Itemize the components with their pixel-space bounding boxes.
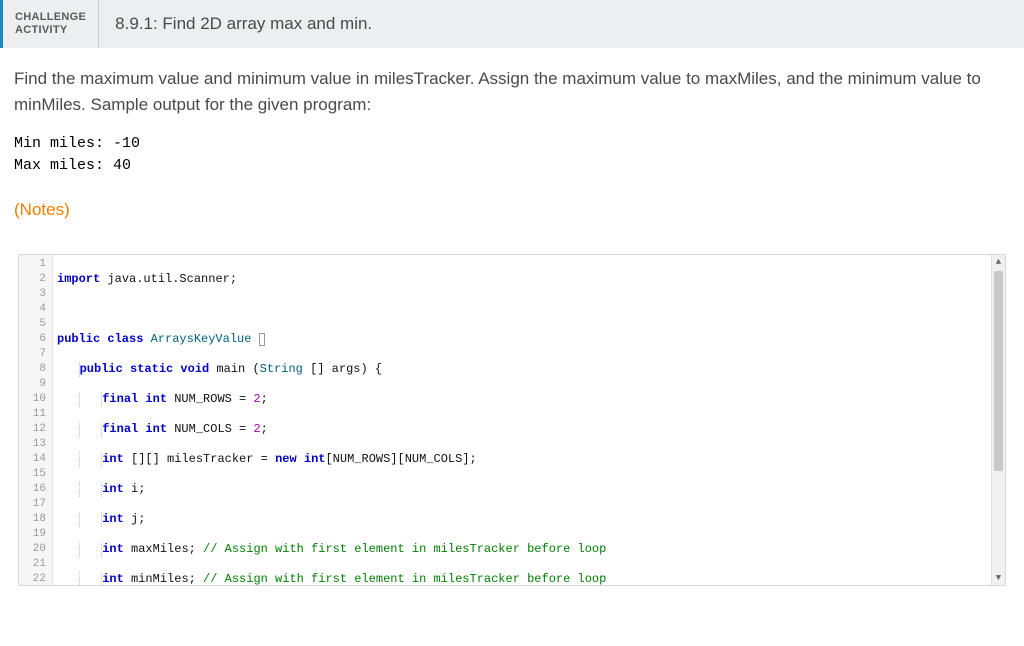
- challenge-label-line1: CHALLENGE: [15, 11, 86, 24]
- code-line: final int NUM_COLS = 2;: [57, 422, 987, 437]
- code-line: int i;: [57, 482, 987, 497]
- line-number: 18: [19, 512, 46, 527]
- line-number: 20: [19, 542, 46, 557]
- code-text[interactable]: import java.util.Scanner; public class A…: [53, 255, 991, 585]
- challenge-label-line2: ACTIVITY: [15, 24, 86, 37]
- line-number: 5: [19, 317, 46, 332]
- notes-link[interactable]: (Notes): [14, 200, 70, 219]
- scrollbar-thumb[interactable]: [994, 271, 1003, 471]
- line-number: 13: [19, 437, 46, 452]
- line-number: 8: [19, 362, 46, 377]
- line-number: 2: [19, 272, 46, 287]
- prompt-text: Find the maximum value and minimum value…: [14, 66, 1010, 119]
- challenge-label: CHALLENGE ACTIVITY: [3, 0, 99, 48]
- line-number: 11: [19, 407, 46, 422]
- cursor-icon: [259, 333, 265, 346]
- vertical-scrollbar[interactable]: ▲ ▼: [991, 255, 1005, 585]
- code-line: int maxMiles; // Assign with first eleme…: [57, 542, 987, 557]
- line-number-gutter: 1 2 3 4 5 6 7 8 9 10 11 12 13 14 15 16 1…: [19, 255, 53, 585]
- line-number: 22: [19, 572, 46, 585]
- code-line: int j;: [57, 512, 987, 527]
- scroll-up-icon[interactable]: ▲: [992, 255, 1005, 269]
- sample-output: Min miles: -10 Max miles: 40: [14, 133, 1010, 178]
- code-line: public class ArraysKeyValue: [57, 332, 987, 347]
- line-number: 21: [19, 557, 46, 572]
- line-number: 15: [19, 467, 46, 482]
- line-number: 16: [19, 482, 46, 497]
- code-line: [57, 302, 987, 317]
- line-number: 19: [19, 527, 46, 542]
- line-number: 17: [19, 497, 46, 512]
- code-line: int [][] milesTracker = new int[NUM_ROWS…: [57, 452, 987, 467]
- code-editor[interactable]: 1 2 3 4 5 6 7 8 9 10 11 12 13 14 15 16 1…: [18, 254, 1006, 586]
- line-number: 3: [19, 287, 46, 302]
- code-line: final int NUM_ROWS = 2;: [57, 392, 987, 407]
- line-number: 4: [19, 302, 46, 317]
- line-number: 1: [19, 257, 46, 272]
- challenge-title: 8.9.1: Find 2D array max and min.: [99, 0, 388, 48]
- code-line: import java.util.Scanner;: [57, 272, 987, 287]
- line-number: 14: [19, 452, 46, 467]
- line-number: 10: [19, 392, 46, 407]
- line-number: 7: [19, 347, 46, 362]
- line-number: 6: [19, 332, 46, 347]
- code-line: int minMiles; // Assign with first eleme…: [57, 572, 987, 585]
- challenge-header: CHALLENGE ACTIVITY 8.9.1: Find 2D array …: [0, 0, 1024, 48]
- code-line: public static void main (String [] args)…: [57, 362, 987, 377]
- line-number: 9: [19, 377, 46, 392]
- scroll-down-icon[interactable]: ▼: [992, 571, 1005, 585]
- line-number: 12: [19, 422, 46, 437]
